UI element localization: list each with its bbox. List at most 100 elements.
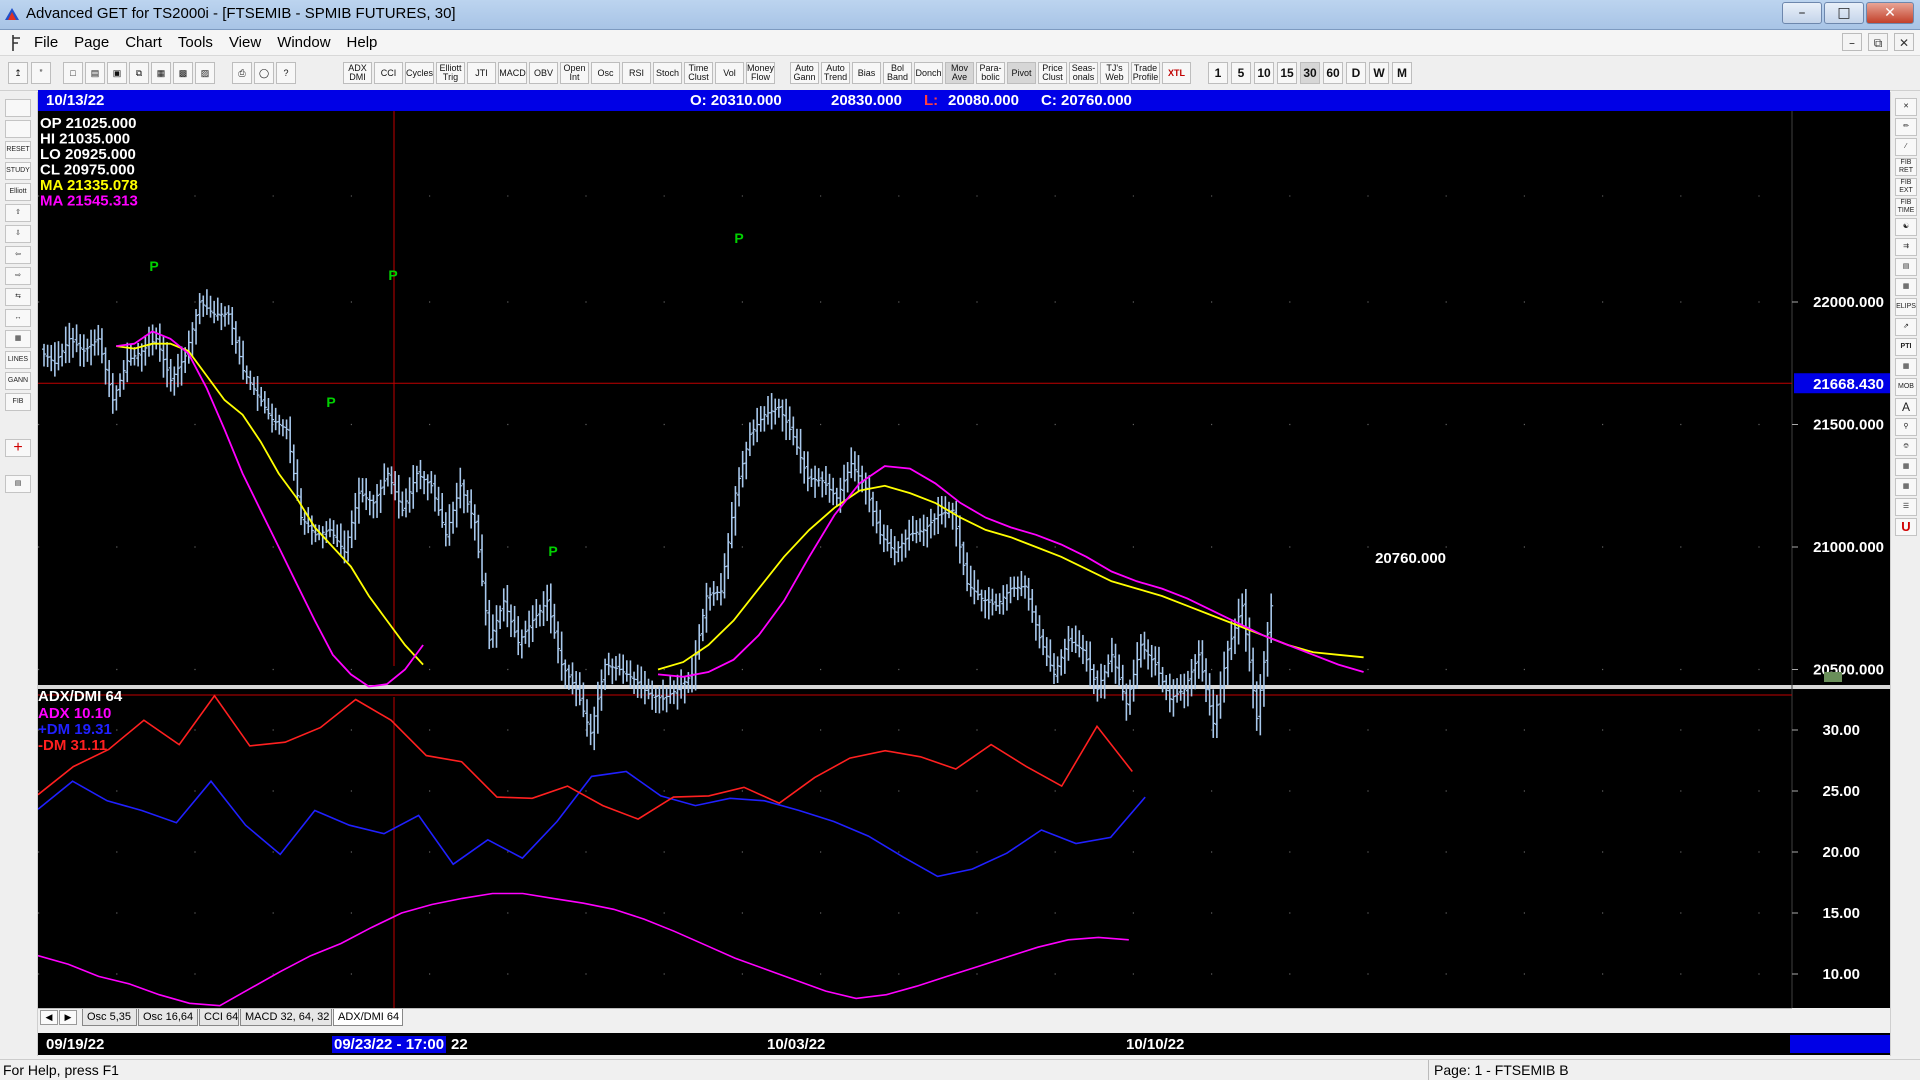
maximize-button[interactable]: □	[1824, 2, 1864, 24]
xtl-button[interactable]: XTL	[1162, 62, 1191, 84]
chart-svg[interactable]: 22000.000 21500.000 21000.000 20500.000 30.0…	[37, 76, 1890, 1008]
stoch-button[interactable]: Stoch	[653, 62, 682, 84]
pivot-button[interactable]: Pivot	[1007, 62, 1036, 84]
osc-button[interactable]: Osc	[591, 62, 620, 84]
date-scroll-bar[interactable]	[1790, 1035, 1890, 1053]
parabolic-button[interactable]: Para-bolic	[976, 62, 1005, 84]
donch-button[interactable]: Donch	[914, 62, 943, 84]
auto-trend-button[interactable]: Auto Trend	[821, 62, 850, 84]
bol-band-button[interactable]: Bol Band	[883, 62, 912, 84]
reset-tool[interactable]: RESET	[5, 141, 31, 159]
open-folder-icon[interactable]: ▤	[85, 62, 105, 84]
arrow-down-icon[interactable]: ⇩	[5, 225, 31, 243]
save-icon[interactable]: ▣	[107, 62, 127, 84]
parallel-lines-icon[interactable]: ⁄	[1895, 138, 1917, 156]
tab-osc-16-64[interactable]: Osc 16,64	[138, 1009, 198, 1026]
period-10-button[interactable]: 10	[1254, 62, 1274, 84]
text-annotation-tool[interactable]: A	[1895, 398, 1917, 416]
time-clust-button[interactable]: Time Clust	[684, 62, 713, 84]
fib-tool[interactable]: FIB	[5, 393, 31, 411]
mdi-close-button[interactable]: ✕	[1894, 33, 1914, 51]
arrow-up-icon[interactable]: ⇧	[5, 204, 31, 222]
grid-box-icon[interactable]: ▦	[1895, 278, 1917, 296]
open-int-button[interactable]: Open Int	[560, 62, 589, 84]
bias-button[interactable]: Bias	[852, 62, 881, 84]
study-tool[interactable]: STUDY	[5, 162, 31, 180]
period-5-button[interactable]: 5	[1231, 62, 1251, 84]
clipboard-icon[interactable]: ▤	[5, 475, 31, 493]
help-cursor-icon[interactable]: ?	[276, 62, 296, 84]
fan-icon[interactable]: ⇗	[1895, 318, 1917, 336]
auto-gann-button[interactable]: Auto Gann	[790, 62, 819, 84]
copy-icon[interactable]: ⧉	[129, 62, 149, 84]
elliott-trig-button[interactable]: Elliott Trig	[436, 62, 465, 84]
mov-ave-button[interactable]: Mov Ave	[945, 62, 974, 84]
tab-macd[interactable]: MACD 32, 64, 32	[240, 1009, 332, 1026]
chart-window-icon[interactable]: ▦	[151, 62, 171, 84]
tab-adx-dmi[interactable]: ADX/DMI 64	[333, 1009, 403, 1026]
period-15-button[interactable]: 15	[1277, 62, 1297, 84]
crosshair-icon[interactable]: +	[5, 439, 31, 457]
tile-icon[interactable]: ▩	[173, 62, 193, 84]
compress-icon[interactable]: ⇆	[5, 288, 31, 306]
menu-window[interactable]: Window	[277, 34, 330, 51]
tab-scroll-left-icon[interactable]: ◀	[40, 1010, 58, 1025]
close-x-icon[interactable]: ✕	[1895, 98, 1917, 116]
spiral-icon[interactable]: ☯	[1895, 218, 1917, 236]
macd-button[interactable]: MACD	[498, 62, 527, 84]
list-icon[interactable]: ☰	[1895, 498, 1917, 516]
seasonals-button[interactable]: Seas-onals	[1069, 62, 1098, 84]
period-30-button[interactable]: 30	[1300, 62, 1320, 84]
mdi-restore-button[interactable]: ⧉	[1868, 33, 1888, 51]
menu-page[interactable]: Page	[74, 34, 109, 51]
cci-button[interactable]: CCI	[374, 62, 403, 84]
grid-tool-icon[interactable]: ▦	[1895, 358, 1917, 376]
menu-chart[interactable]: Chart	[125, 34, 162, 51]
u-tool[interactable]: U	[1895, 518, 1917, 536]
gann-tool[interactable]: GANN	[5, 372, 31, 390]
fib-ret-tool[interactable]: FIB RET	[1895, 158, 1917, 176]
calendar-icon[interactable]: ▦	[1895, 478, 1917, 496]
toolbox-icon[interactable]	[5, 120, 31, 138]
tab-osc-5-35[interactable]: Osc 5,35	[82, 1009, 137, 1026]
chart-area[interactable]: 22000.000 21500.000 21000.000 20500.000 30.0…	[37, 76, 1890, 1008]
period-60-button[interactable]: 60	[1323, 62, 1343, 84]
zoom-icon[interactable]: ⚲	[1895, 418, 1917, 436]
jti-button[interactable]: JTI	[467, 62, 496, 84]
print-icon[interactable]: ⎙	[232, 62, 252, 84]
elliott-tool[interactable]: Elliott	[5, 183, 31, 201]
period-d-button[interactable]: D	[1346, 62, 1366, 84]
channel-icon[interactable]: ▤	[1895, 258, 1917, 276]
period-1-button[interactable]: 1	[1208, 62, 1228, 84]
price-clust-button[interactable]: Price Clust	[1038, 62, 1067, 84]
menu-tools[interactable]: Tools	[178, 34, 213, 51]
table-icon[interactable]: ▦	[1895, 458, 1917, 476]
mdi-minimize-button[interactable]: –	[1842, 33, 1862, 51]
period-m-button[interactable]: M	[1392, 62, 1412, 84]
tjs-web-button[interactable]: TJ's Web	[1100, 62, 1129, 84]
adx-dmi-button[interactable]: ADX DMI	[343, 62, 372, 84]
bulb-icon[interactable]: ◯	[254, 62, 274, 84]
vol-button[interactable]: Vol	[715, 62, 744, 84]
menu-view[interactable]: View	[229, 34, 261, 51]
rsi-button[interactable]: RSI	[622, 62, 651, 84]
tab-scroll-right-icon[interactable]: ▶	[59, 1010, 77, 1025]
ellipse-tool[interactable]: ELIPS	[1895, 298, 1917, 316]
expand-icon[interactable]: ↔	[5, 309, 31, 327]
fib-time-tool[interactable]: FIB TIME	[1895, 198, 1917, 216]
quote-icon[interactable]: ”	[31, 62, 51, 84]
minimize-button[interactable]: –	[1782, 2, 1822, 24]
menu-file[interactable]: File	[34, 34, 58, 51]
arrow-left-icon[interactable]: ⇦	[5, 246, 31, 264]
fan-lines-icon[interactable]: ⇉	[1895, 238, 1917, 256]
cycles-button[interactable]: Cycles	[405, 62, 434, 84]
lines-tool[interactable]: LINES	[5, 351, 31, 369]
fib-ext-tool[interactable]: FIB EXT	[1895, 178, 1917, 196]
pti-tool[interactable]: PTI	[1895, 338, 1917, 356]
menu-help[interactable]: Help	[347, 34, 378, 51]
tab-cci-64[interactable]: CCI 64	[199, 1009, 239, 1026]
grid-icon[interactable]: ▦	[5, 330, 31, 348]
mob-tool[interactable]: MOB	[1895, 378, 1917, 396]
trade-profile-button[interactable]: Trade Profile	[1131, 62, 1160, 84]
money-flow-button[interactable]: Money Flow	[746, 62, 775, 84]
